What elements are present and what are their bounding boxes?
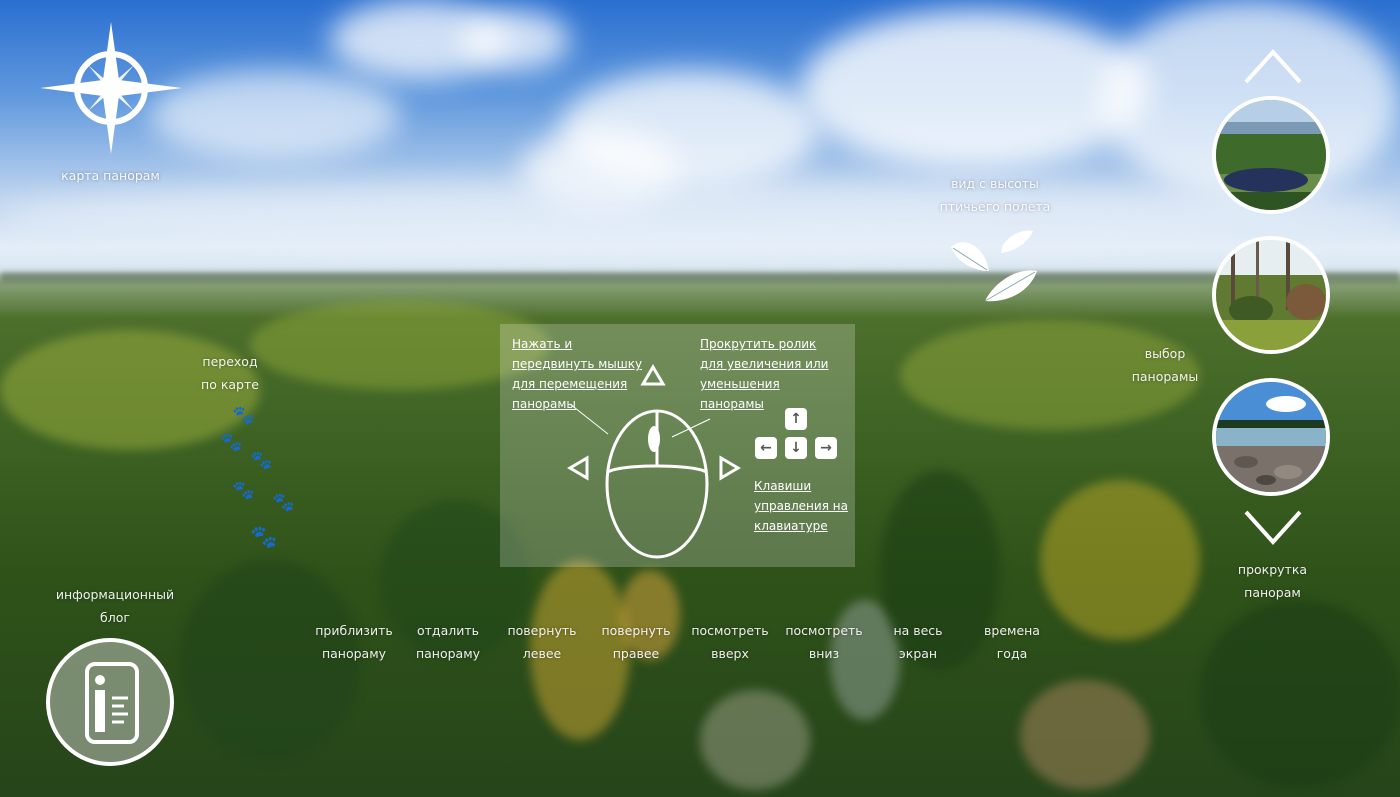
panorama-map-button[interactable]: карта панорам (38, 20, 183, 190)
key-right-icon: → (815, 437, 837, 459)
scroll-down-button[interactable] (1242, 508, 1304, 548)
map-walk-button[interactable]: переход по карте 🐾 🐾 🐾 🐾 🐾 🐾 (190, 350, 300, 560)
info-icon (46, 638, 174, 766)
panorama-thumbnail-shore[interactable] (1212, 378, 1330, 496)
controls-help-panel: Нажать и передвинуть мышку для перемещени… (500, 324, 855, 567)
keyboard-hint: Клавиши управления на клавиатуре (754, 479, 848, 533)
mouse-icon (567, 364, 741, 559)
look-down-button[interactable]: посмотреть вниз (778, 619, 870, 665)
info-blog-label: информационный блог (55, 587, 175, 625)
bird-view-label: вид с высоты птичьего полета (939, 176, 1051, 214)
scroll-up-button[interactable] (1242, 46, 1304, 86)
zoom-in-button[interactable]: приблизить панораму (308, 619, 400, 665)
key-left-icon: ← (755, 437, 777, 459)
feathers-icon (951, 230, 1037, 302)
rotate-left-button[interactable]: повернуть левее (498, 619, 586, 665)
key-up-icon: ↑ (785, 408, 807, 430)
key-down-icon: ↓ (785, 437, 807, 459)
zoom-out-button[interactable]: отдалить панораму (404, 619, 492, 665)
seasons-button[interactable]: времена года (970, 619, 1054, 665)
panorama-thumbnail-forest[interactable] (1212, 236, 1330, 354)
look-up-button[interactable]: посмотреть вверх (684, 619, 776, 665)
panorama-thumbnail-lake[interactable] (1212, 96, 1330, 214)
info-blog-button[interactable]: информационный блог (45, 583, 185, 773)
panorama-map-label: карта панорам (61, 168, 160, 183)
panorama-select-label: выбор панорамы (1131, 346, 1199, 384)
scroll-panoramas-label: прокрутка панорам (1237, 562, 1308, 600)
rotate-right-button[interactable]: повернуть правее (592, 619, 680, 665)
map-walk-label: переход по карте (201, 354, 259, 392)
fullscreen-button[interactable]: на весь экран (876, 619, 960, 665)
compass-rose-icon (40, 22, 182, 154)
bird-view-button[interactable]: вид с высоты птичьего полета (930, 172, 1060, 312)
